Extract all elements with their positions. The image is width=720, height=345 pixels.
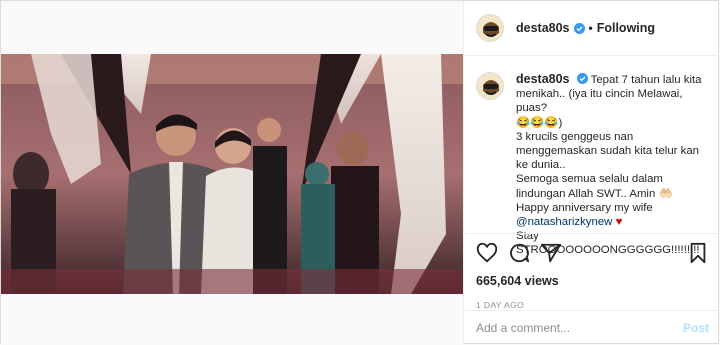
following-button[interactable]: Following [597,21,655,35]
avatar[interactable] [476,14,504,42]
caption-line: Semoga semua selalu dalam lindungan Alla… [516,173,673,200]
avatar-cartoon-icon [477,15,503,41]
caption-avatar[interactable] [476,72,504,100]
comment-form: Post [464,310,720,344]
post-media [1,1,463,344]
instagram-post-card: desta80s • Following desta80s Tepat 7 ta… [0,0,720,344]
verified-badge-icon [576,73,588,84]
verified-badge-icon [573,22,585,34]
heart-emoji: ♥ [615,216,623,229]
mention-link[interactable]: @natasharizkynew [516,216,612,228]
heart-icon[interactable] [476,242,498,264]
caption-line: Happy anniversary my wife [516,201,653,214]
view-count[interactable]: 665,604 views [476,274,709,288]
caption-username[interactable]: desta80s [516,72,570,86]
bookmark-icon[interactable] [687,242,709,264]
post-sidebar: desta80s • Following desta80s Tepat 7 ta… [463,1,720,344]
caption-line: 3 krucils genggeus nan menggemaskan suda… [516,130,699,172]
comment-bubble-icon[interactable] [508,242,530,264]
post-comment-button[interactable]: Post [683,321,709,335]
post-caption: desta80s Tepat 7 tahun lalu kita menikah… [464,57,720,256]
avatar-cartoon-icon [477,73,503,99]
caption-line: 😂😂😂) [516,116,563,129]
post-header: desta80s • Following [464,1,720,56]
caption-text: desta80s Tepat 7 tahun lalu kita menikah… [516,72,709,256]
post-actions: 665,604 views 1 DAY AGO [464,233,720,310]
paper-plane-icon[interactable] [540,242,562,264]
separator-dot: • [588,21,593,35]
header-username[interactable]: desta80s [516,21,570,35]
post-video[interactable] [1,54,463,294]
action-icons [476,242,709,268]
post-timestamp: 1 DAY AGO [476,300,525,310]
comment-input[interactable] [476,320,683,335]
wedding-video-frame [1,54,463,294]
